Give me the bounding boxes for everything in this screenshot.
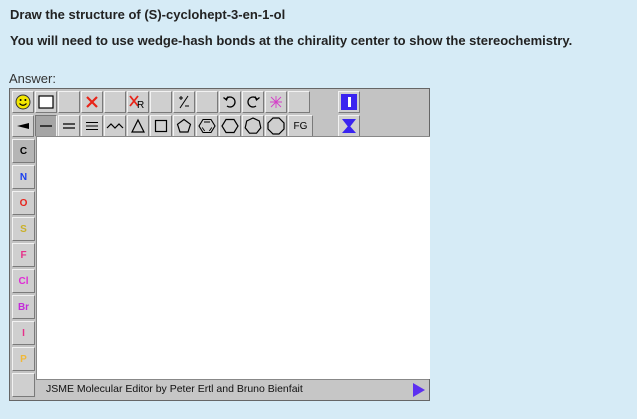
expand-arrow-icon[interactable] [413,383,425,397]
ring-4-icon[interactable] [150,115,172,137]
atom-bromine-button[interactable]: Br [12,295,35,319]
blank-button-3[interactable] [150,91,172,113]
atom-iodine-label: I [22,327,25,339]
delete-r-group-icon[interactable]: R [127,91,149,113]
question-title: Draw the structure of (S)-cyclohept-3-en… [10,7,286,22]
atom-iodine-button[interactable]: I [12,321,35,345]
atom-fluorine-label: F [20,249,27,261]
blank-button-5[interactable] [288,91,310,113]
drawing-canvas[interactable] [36,136,430,379]
atom-fluorine-button[interactable]: F [12,243,35,267]
atom-sulfur-label: S [20,223,27,235]
blank-button-4[interactable] [196,91,218,113]
status-bar: JSME Molecular Editor by Peter Ertl and … [36,379,429,400]
atom-carbon-button[interactable]: C [12,139,35,163]
chain-icon[interactable] [104,115,126,137]
double-bond-icon[interactable] [58,115,80,137]
benzene-icon[interactable] [196,115,218,137]
r-group-label: R [137,100,144,111]
jsme-editor: R FG C N O S F Cl Br I P JSME Molecular … [9,88,430,401]
rectangle-select-icon[interactable] [35,91,57,113]
wedge-bond-icon[interactable] [12,115,34,137]
atom-nitrogen-button[interactable]: N [12,165,35,189]
atom-carbon-label: C [19,145,28,157]
charge-plus-minus-icon[interactable] [173,91,195,113]
redo-icon[interactable] [242,91,264,113]
answer-label: Answer: [9,71,56,86]
blank-button-2[interactable] [104,91,126,113]
atom-oxygen-label: O [19,197,28,209]
atom-chlorine-button[interactable]: Cl [12,269,35,293]
atom-bromine-label: Br [17,301,30,313]
atom-sulfur-button[interactable]: S [12,217,35,241]
atom-custom-button[interactable] [12,373,35,397]
clear-x-icon[interactable] [265,91,287,113]
triple-bond-icon[interactable] [81,115,103,137]
atom-oxygen-button[interactable]: O [12,191,35,215]
atom-phosphorus-button[interactable]: P [12,347,35,371]
status-credit-text: JSME Molecular Editor by Peter Ertl and … [46,383,303,395]
atom-nitrogen-label: N [19,171,28,183]
functional-group-button[interactable]: FG [288,115,313,137]
atom-chlorine-label: Cl [18,275,29,287]
ring-5-icon[interactable] [173,115,195,137]
functional-group-label: FG [293,120,308,132]
blank-button-1[interactable] [58,91,80,113]
undo-icon[interactable] [219,91,241,113]
ring-3-icon[interactable] [127,115,149,137]
question-instruction: You will need to use wedge-hash bonds at… [10,33,573,48]
delete-x-icon[interactable] [81,91,103,113]
jsme-triangle-icon[interactable] [338,115,360,137]
ring-6-icon[interactable] [219,115,241,137]
single-bond-icon[interactable] [35,115,57,137]
smiley-icon[interactable] [12,91,34,113]
atom-phosphorus-label: P [20,353,27,365]
ring-8-icon[interactable] [265,115,287,137]
ring-7-icon[interactable] [242,115,264,137]
jsme-logo-icon[interactable] [338,91,360,113]
